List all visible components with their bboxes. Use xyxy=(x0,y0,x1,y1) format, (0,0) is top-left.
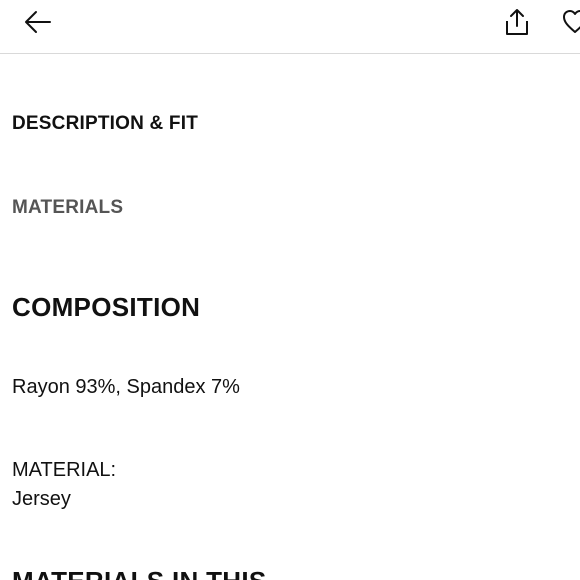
back-button[interactable] xyxy=(18,6,58,38)
share-button[interactable] xyxy=(500,5,534,39)
heart-icon xyxy=(563,10,580,33)
arrow-left-icon xyxy=(25,11,51,33)
tab-materials[interactable]: MATERIALS xyxy=(12,197,123,219)
product-details-screen: DESCRIPTION & FIT MATERIALS COMPOSITION … xyxy=(0,0,580,580)
top-bar xyxy=(0,0,580,54)
composition-value: Rayon 93%, Spandex 7% xyxy=(12,376,240,398)
material-value: Jersey xyxy=(12,488,71,510)
composition-heading: COMPOSITION xyxy=(12,292,201,322)
material-label: MATERIAL: xyxy=(12,459,117,481)
materials-in-this-heading: MATERIALS IN THIS xyxy=(12,566,267,580)
share-icon xyxy=(506,9,528,35)
tab-description-fit[interactable]: DESCRIPTION & FIT xyxy=(12,113,198,135)
favorite-button[interactable] xyxy=(562,5,580,39)
